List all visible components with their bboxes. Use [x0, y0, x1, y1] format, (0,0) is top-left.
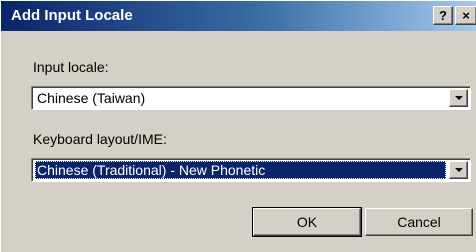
help-icon: ? — [439, 8, 447, 23]
chevron-down-icon — [455, 96, 463, 100]
ok-button[interactable]: OK — [252, 207, 362, 237]
keyboard-layout-label: Keyboard layout/IME: — [33, 131, 167, 147]
title-bar[interactable]: Add Input Locale ? × — [1, 1, 476, 31]
window-title: Add Input Locale — [11, 7, 133, 24]
input-locale-dropdown-button[interactable] — [449, 89, 468, 107]
keyboard-layout-value: Chinese (Traditional) - New Phonetic — [35, 161, 446, 179]
cancel-button[interactable]: Cancel — [365, 208, 473, 236]
input-locale-dropdown[interactable]: Chinese (Taiwan) — [31, 86, 471, 110]
help-button[interactable]: ? — [433, 6, 453, 25]
keyboard-layout-dropdown[interactable]: Chinese (Traditional) - New Phonetic — [31, 158, 471, 182]
keyboard-layout-dropdown-button[interactable] — [449, 161, 468, 179]
close-button[interactable]: × — [455, 6, 476, 25]
add-input-locale-dialog: Add Input Locale ? × Input locale: Chine… — [0, 0, 476, 252]
input-locale-value: Chinese (Taiwan) — [37, 90, 146, 106]
chevron-down-icon — [455, 168, 463, 172]
input-locale-label: Input locale: — [33, 59, 109, 75]
close-icon: × — [462, 8, 470, 23]
